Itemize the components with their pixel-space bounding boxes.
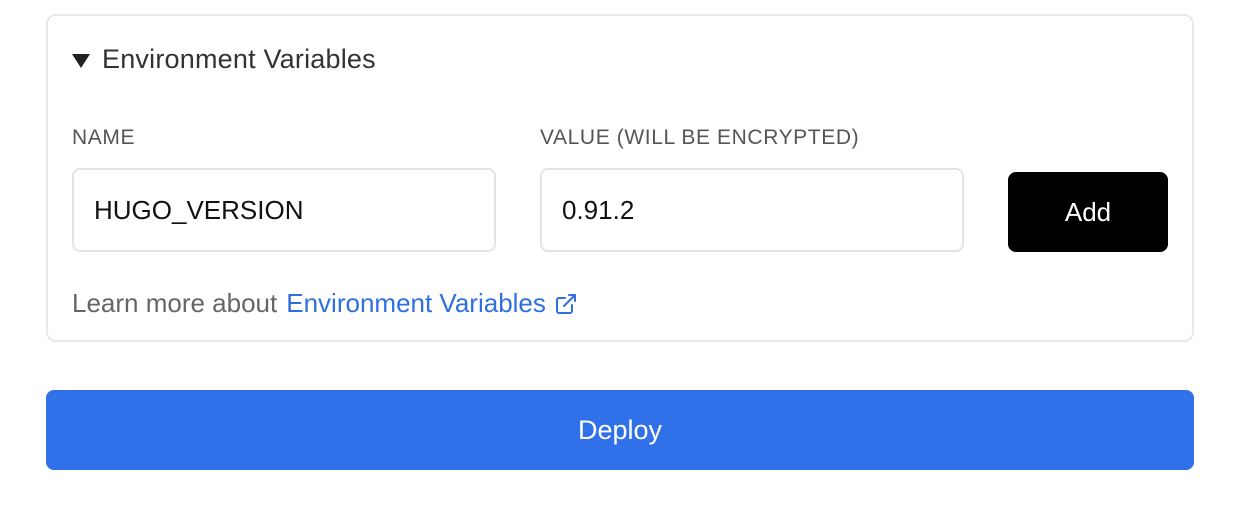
env-variables-panel: Environment Variables NAME VALUE (WILL B… [46,14,1194,342]
env-variables-title: Environment Variables [102,44,376,74]
name-input[interactable] [72,168,496,252]
env-variables-toggle[interactable]: Environment Variables [72,44,376,75]
external-link-icon [555,293,576,314]
learn-more-prefix: Learn more about [72,288,278,318]
value-label: VALUE (WILL BE ENCRYPTED) [540,126,860,149]
env-variables-docs-link[interactable]: Environment Variables [286,288,578,319]
add-button[interactable]: Add [1008,172,1168,252]
value-input[interactable] [540,168,964,252]
caret-down-icon [72,53,90,68]
deploy-button[interactable]: Deploy [46,390,1194,470]
name-label: NAME [72,126,136,149]
env-variables-docs-link-label: Environment Variables [286,288,546,318]
learn-more-text: Learn more about Environment Variables [72,288,578,319]
